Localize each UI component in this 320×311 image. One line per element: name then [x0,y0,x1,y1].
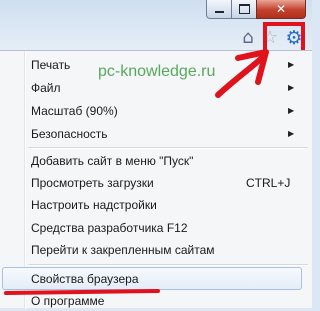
annotation-arrow [215,55,265,98]
annotation-overlay [215,49,269,98]
